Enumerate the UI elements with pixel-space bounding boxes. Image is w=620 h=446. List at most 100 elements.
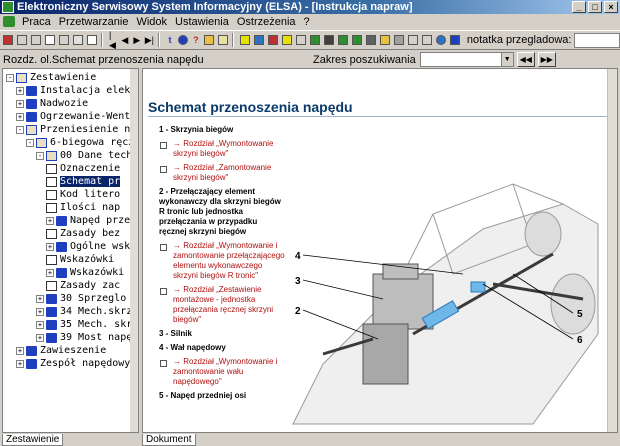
info-icon[interactable] [177, 33, 189, 47]
chapter-link[interactable]: → Rozdział „Wymontowanie i zamontowanie … [159, 241, 287, 281]
expand-icon[interactable]: + [36, 294, 44, 303]
tool-icon-29[interactable] [393, 33, 405, 47]
tab-zestawienie[interactable]: Zestawienie [2, 433, 64, 446]
expand-icon[interactable]: + [46, 242, 54, 251]
close-button[interactable]: × [604, 1, 618, 13]
car-outline [292, 183, 599, 425]
tree-node[interactable]: + Ogólne wsk [46, 240, 130, 253]
tool-icon-27[interactable] [365, 33, 377, 47]
tool-icon-1[interactable] [2, 33, 14, 47]
chapter-link[interactable]: → Rozdział „Zamontowanie skrzyni biegów" [159, 163, 287, 183]
pencil-icon[interactable] [203, 33, 215, 47]
tree-node[interactable]: - Przeniesienie nap [16, 123, 138, 136]
maximize-button[interactable]: □ [588, 1, 602, 13]
edit-icon[interactable] [58, 33, 70, 47]
collapse-icon[interactable]: - [6, 73, 14, 82]
expand-icon[interactable]: + [36, 333, 44, 342]
window-title: Elektroniczny Serwisowy System Informacy… [17, 1, 413, 13]
search-scope-select[interactable]: ▼ [419, 52, 514, 67]
chapter-link[interactable]: → Rozdział „Wymontowanie skrzyni biegów" [159, 139, 287, 159]
collapse-icon[interactable]: - [16, 125, 24, 134]
search-back-button[interactable]: ◀◀ [516, 52, 535, 67]
tool-icon-28[interactable] [379, 33, 391, 47]
tool-icon-26[interactable] [351, 33, 363, 47]
tree-node[interactable]: + Zawieszenie [16, 344, 106, 357]
expand-icon[interactable]: + [16, 86, 24, 95]
menu-ostrzezenia[interactable]: Ostrzeżenia [233, 16, 300, 28]
tree-node[interactable]: Zasady bez [46, 227, 120, 240]
tool-icon-23[interactable] [309, 33, 321, 47]
tree-node[interactable]: + Instalacja elekt [16, 84, 136, 97]
tool-icon-32[interactable] [435, 33, 447, 47]
search-forward-button[interactable]: ▶▶ [537, 52, 556, 67]
tree-node[interactable]: - 00 Dane tech [36, 149, 132, 162]
expand-icon[interactable]: + [46, 216, 54, 225]
tree-node[interactable]: Ilości nap [46, 201, 120, 214]
tool-icon-31[interactable] [421, 33, 433, 47]
tree-node[interactable]: + Ogrzewanie-Wenty. [16, 110, 138, 123]
tree-scrollbar[interactable] [130, 69, 138, 432]
tree-node[interactable]: +30 Sprzeglo [36, 292, 126, 305]
menu-help[interactable]: ? [300, 16, 314, 28]
expand-icon[interactable]: + [16, 99, 24, 108]
minimize-button[interactable]: _ [572, 1, 586, 13]
expand-icon[interactable]: + [16, 112, 24, 121]
collapse-icon[interactable]: - [36, 151, 44, 160]
expand-icon[interactable]: + [16, 346, 24, 355]
tree-node[interactable]: + Zespół napędowy [16, 357, 130, 370]
menu-przetwarzanie[interactable]: Przetwarzanie [55, 16, 133, 28]
help-icon[interactable]: ? [191, 33, 201, 47]
tree-node[interactable]: + Napęd prze [46, 214, 130, 227]
last-page-icon[interactable]: ▶| [144, 33, 155, 47]
next-icon[interactable]: ▶ [132, 33, 142, 47]
tool-icon-25[interactable] [337, 33, 349, 47]
chapter-link[interactable]: → Rozdział „Zestawienie montażowe - jedn… [159, 285, 287, 325]
title-divider [148, 116, 613, 117]
book-icon [46, 150, 57, 161]
tree-node[interactable]: Zasady zac [46, 279, 120, 292]
tree-node[interactable]: Oznaczenie [46, 162, 120, 175]
tree-node[interactable]: +39 Most napę [36, 331, 132, 344]
tree-node[interactable]: + Nadwozie [16, 97, 88, 110]
book-icon [56, 267, 67, 278]
tool-icon-20[interactable] [267, 33, 279, 47]
expand-icon[interactable]: + [36, 320, 44, 329]
tool-icon-22[interactable] [295, 33, 307, 47]
tree-node[interactable]: - 6-biegowa ręcz [26, 136, 134, 149]
print-icon[interactable] [16, 33, 28, 47]
note-input[interactable] [574, 32, 620, 48]
expand-icon[interactable]: + [46, 268, 54, 277]
tree-node-label: 30 Sprzeglo [60, 293, 127, 304]
tool-icon-7[interactable] [86, 33, 98, 47]
tool-icon-21[interactable] [281, 33, 293, 47]
menu-ustawienia[interactable]: Ustawienia [171, 16, 233, 28]
grid-icon[interactable] [239, 33, 251, 47]
address-bar: Rozdz. ol.Schemat przenoszenia napędu Za… [0, 51, 620, 68]
tool-icon-30[interactable] [407, 33, 419, 47]
menu-widok[interactable]: Widok [132, 16, 171, 28]
new-doc-icon[interactable] [44, 33, 56, 47]
tool-icon-6[interactable] [72, 33, 84, 47]
prev-icon[interactable]: ◀ [120, 33, 130, 47]
tool-icon-33[interactable] [449, 33, 461, 47]
chapter-link[interactable]: → Rozdział „Wymontowanie i zamontowanie … [159, 357, 287, 387]
tree-node[interactable]: Wskazówki [46, 253, 114, 266]
expand-icon[interactable]: + [36, 307, 44, 316]
tree-node[interactable]: +34 Mech.skrz [36, 305, 132, 318]
tool-icon-3[interactable] [30, 33, 42, 47]
menu-praca[interactable]: Praca [18, 16, 55, 28]
tab-dokument[interactable]: Dokument [142, 433, 196, 446]
link-icon[interactable]: t [165, 33, 175, 47]
tool-icon-24[interactable] [323, 33, 335, 47]
tool-icon-17[interactable] [217, 33, 229, 47]
tree-node[interactable]: + Wskazówki [46, 266, 124, 279]
tree-node[interactable]: Kod litero [46, 188, 120, 201]
expand-icon[interactable]: + [16, 359, 24, 368]
document-scrollbar[interactable] [607, 69, 617, 432]
tree-node[interactable]: - Zestawienie [6, 71, 96, 84]
first-page-icon[interactable]: |◀ [108, 30, 118, 50]
tool-icon-19[interactable] [253, 33, 265, 47]
collapse-icon[interactable]: - [26, 138, 34, 147]
tree-node[interactable]: +35 Mech. skr [36, 318, 132, 331]
tree-node[interactable]: Schemat pr [46, 175, 121, 188]
